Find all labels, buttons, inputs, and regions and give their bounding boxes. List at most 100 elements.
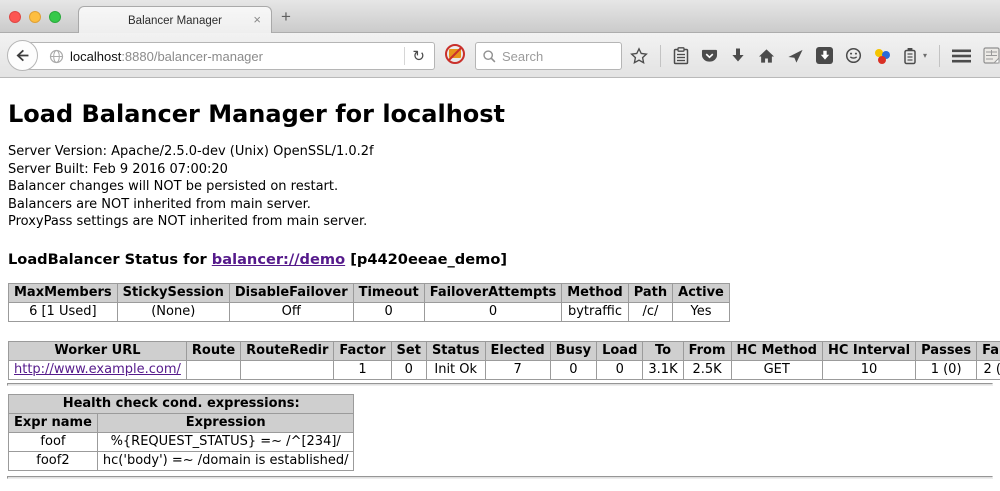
cell-expr-name: foof <box>9 432 98 451</box>
cell-worker-url: http://www.example.com/ <box>9 360 187 379</box>
reading-list-icon[interactable] <box>673 47 689 65</box>
horizontal-rule <box>7 383 993 386</box>
col-stickysession: StickySession <box>117 283 229 302</box>
health-check-table: Health check cond. expressions: Expr nam… <box>8 394 354 471</box>
toolbar-separator <box>939 45 940 67</box>
worker-status-table: Worker URL Route RouteRedir Factor Set S… <box>8 341 1000 380</box>
zoom-window-button[interactable] <box>49 11 61 23</box>
reload-button[interactable]: ↻ <box>412 49 425 64</box>
col-failoverattempts: FailoverAttempts <box>424 283 562 302</box>
cell-routeredir <box>241 360 334 379</box>
col-path: Path <box>628 283 672 302</box>
balancer-demo-link[interactable]: balancer://demo <box>212 251 345 268</box>
col-to: To <box>643 341 683 360</box>
cell-route <box>186 360 240 379</box>
cell-fails: 2 (0) <box>977 360 1000 379</box>
worker-url-link[interactable]: http://www.example.com/ <box>14 362 181 377</box>
window-controls <box>9 11 61 23</box>
browser-window: Balancer Manager × + localhost:8880/bala… <box>0 0 1000 491</box>
col-set: Set <box>391 341 426 360</box>
search-input[interactable] <box>502 49 615 64</box>
feedback-smiley-icon[interactable] <box>845 47 862 64</box>
col-method: Method <box>562 283 628 302</box>
horizontal-rule <box>7 476 993 479</box>
loadbalancer-status-heading: LoadBalancer Status for balancer://demo … <box>8 251 992 268</box>
globe-icon <box>49 49 64 64</box>
minimize-window-button[interactable] <box>29 11 41 23</box>
table-row: http://www.example.com/ 1 0 Init Ok 7 0 … <box>9 360 1000 379</box>
downloads-icon[interactable] <box>730 47 746 64</box>
status-heading-suffix: [p4420eeae_demo] <box>345 251 507 268</box>
cell-expression: %{REQUEST_STATUS} =~ /^[234]/ <box>97 432 354 451</box>
color-dots-extension-icon[interactable] <box>874 47 891 64</box>
page-content: Load Balancer Manager for localhost Serv… <box>0 78 1000 491</box>
navigation-toolbar: localhost:8880/balancer-manager ↻ <box>0 33 1000 78</box>
col-disablefailover: DisableFailover <box>229 283 353 302</box>
col-active: Active <box>673 283 730 302</box>
cell-method: bytraffic <box>562 302 628 321</box>
container-extension-icon[interactable] <box>903 47 917 65</box>
cell-passes: 1 (0) <box>916 360 977 379</box>
back-arrow-icon <box>14 47 31 64</box>
tab-title: Balancer Manager <box>128 15 222 27</box>
toolbar-separator <box>660 45 661 67</box>
table-row: 6 [1 Used] (None) Off 0 0 bytraffic /c/ … <box>9 302 730 321</box>
tab-close-icon[interactable]: × <box>253 13 261 27</box>
cell-expr-name: foof2 <box>9 451 98 470</box>
toolbar-icons: ▾ <box>630 33 1000 78</box>
balancer-settings-table: MaxMembers StickySession DisableFailover… <box>8 283 730 322</box>
cell-set: 0 <box>391 360 426 379</box>
cell-stickysession: (None) <box>117 302 229 321</box>
urlbar-divider <box>404 47 405 65</box>
cell-factor: 1 <box>334 360 391 379</box>
server-built-line: Server Built: Feb 9 2016 07:00:20 <box>8 161 992 179</box>
overflow-caret-icon[interactable]: ▾ <box>923 51 927 60</box>
back-button[interactable] <box>7 40 38 71</box>
col-from: From <box>683 341 731 360</box>
plugin-blocked-icon[interactable] <box>444 43 466 65</box>
bookmark-star-icon[interactable] <box>630 47 648 65</box>
cell-to: 3.1K <box>643 360 683 379</box>
cell-active: Yes <box>673 302 730 321</box>
proxypass-note-line: ProxyPass settings are NOT inherited fro… <box>8 213 992 231</box>
video-download-icon[interactable] <box>816 47 833 64</box>
col-routeredir: RouteRedir <box>241 341 334 360</box>
col-maxmembers: MaxMembers <box>9 283 118 302</box>
server-info: Server Version: Apache/2.5.0-dev (Unix) … <box>8 143 992 231</box>
health-table-title: Health check cond. expressions: <box>9 394 354 413</box>
col-hc-interval: HC Interval <box>822 341 915 360</box>
table-header-row: MaxMembers StickySession DisableFailover… <box>9 283 730 302</box>
table-row: foof2 hc('body') =~ /domain is establish… <box>9 451 354 470</box>
table-row: foof %{REQUEST_STATUS} =~ /^[234]/ <box>9 432 354 451</box>
balancers-note-line: Balancers are NOT inherited from main se… <box>8 196 992 214</box>
cell-failoverattempts: 0 <box>424 302 562 321</box>
col-expression: Expression <box>97 413 354 432</box>
menu-button[interactable] <box>952 49 971 63</box>
col-route: Route <box>186 341 240 360</box>
col-fails: Fails <box>977 341 1000 360</box>
home-icon[interactable] <box>758 48 775 64</box>
close-window-button[interactable] <box>9 11 21 23</box>
pocket-icon[interactable] <box>701 48 718 64</box>
col-factor: Factor <box>334 341 391 360</box>
cell-elected: 7 <box>485 360 550 379</box>
send-tab-icon[interactable] <box>787 48 804 64</box>
col-busy: Busy <box>550 341 596 360</box>
tab-groups-icon[interactable] <box>983 47 1000 64</box>
url-bar[interactable]: localhost:8880/balancer-manager ↻ <box>22 42 435 70</box>
titlebar: Balancer Manager × + <box>0 0 1000 33</box>
col-status: Status <box>426 341 485 360</box>
url-text[interactable]: localhost:8880/balancer-manager <box>70 49 263 64</box>
col-elected: Elected <box>485 341 550 360</box>
col-hc-method: HC Method <box>731 341 822 360</box>
search-bar[interactable] <box>475 42 622 70</box>
cell-load: 0 <box>597 360 643 379</box>
browser-tab-balancer-manager[interactable]: Balancer Manager × <box>78 6 272 34</box>
cell-status: Init Ok <box>426 360 485 379</box>
new-tab-button[interactable]: + <box>281 8 291 25</box>
cell-hc-interval: 10 <box>822 360 915 379</box>
persist-note-line: Balancer changes will NOT be persisted o… <box>8 178 992 196</box>
cell-expression: hc('body') =~ /domain is established/ <box>97 451 354 470</box>
cell-path: /c/ <box>628 302 672 321</box>
table-header-row: Worker URL Route RouteRedir Factor Set S… <box>9 341 1000 360</box>
